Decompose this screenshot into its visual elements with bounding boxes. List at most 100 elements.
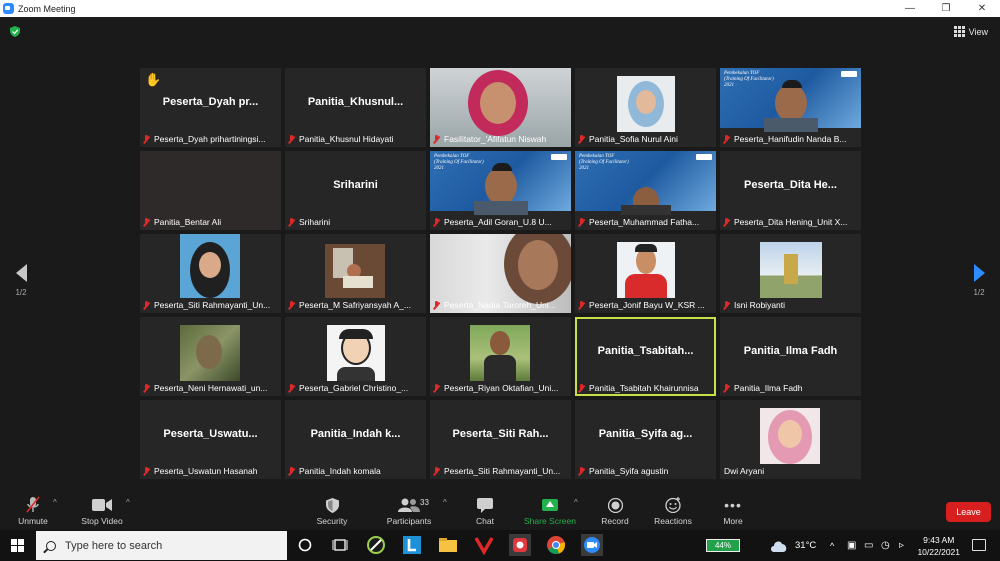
participant-tile[interactable]: Panitia_Ilma Fadh Panitia_Ilma Fadh: [720, 317, 861, 396]
chat-bubble-icon: [477, 497, 493, 513]
record-label: Record: [601, 516, 629, 526]
participant-tile[interactable]: Panitia_Indah k... Panitia_Indah komala: [285, 400, 426, 479]
participant-name-label: Panitia_Sofia Nurul Aini: [578, 133, 713, 145]
stop-video-button[interactable]: Stop Video: [78, 496, 126, 526]
taskbar-clock[interactable]: 9:43 AM 10/22/2021: [917, 534, 960, 558]
muted-mic-icon: [143, 466, 150, 476]
next-page-button[interactable]: 1/2: [969, 264, 989, 297]
participant-name-label: Peserta_Muhammad Fatha...: [578, 216, 713, 228]
participant-name-label: Peserta_Nadia Taroreh_Uni...: [433, 299, 568, 311]
participant-tile[interactable]: Pembekalan TOF (Training Of Facilitator) 2…: [575, 151, 716, 230]
participant-tile[interactable]: Peserta_Gabriel Christino_...: [285, 317, 426, 396]
app-media-icon[interactable]: [509, 534, 531, 556]
muted-mic-icon: [143, 217, 150, 227]
muted-mic-icon: [433, 217, 440, 227]
participant-tile[interactable]: Peserta_Uswatu... Peserta_Uswatun Hasanah: [140, 400, 281, 479]
participant-tile[interactable]: Dwi Aryani: [720, 400, 861, 479]
notification-center-icon[interactable]: [972, 539, 986, 551]
participant-tile[interactable]: Sriharini Sriharini: [285, 151, 426, 230]
participant-tile[interactable]: Peserta_Jonif Bayu W_KSR ...: [575, 234, 716, 313]
participant-tile[interactable]: Peserta_M Safriyansyah A_...: [285, 234, 426, 313]
participant-tile[interactable]: Panitia_Tsabitah... Panitia_Tsabitah Khai…: [575, 317, 716, 396]
participant-tile[interactable]: Isni Robiyanti: [720, 234, 861, 313]
participant-tile[interactable]: Panitia_Syifa ag... Panitia_Syifa agustin: [575, 400, 716, 479]
chrome-icon[interactable]: [545, 534, 567, 556]
minimize-button[interactable]: —: [892, 0, 928, 17]
taskbar-search-box[interactable]: Type here to search: [36, 531, 287, 560]
participant-tile[interactable]: Peserta_Riyan Oktafian_Uni...: [430, 317, 571, 396]
tray-network-icon[interactable]: ◷: [881, 530, 890, 561]
tray-volume-icon[interactable]: ▹: [899, 530, 904, 561]
participant-display-name: Peserta_Dyah pr...: [162, 96, 259, 108]
participant-name-label: Peserta_Uswatun Hasanah: [143, 465, 278, 477]
record-button[interactable]: Record: [597, 496, 633, 526]
cortana-icon[interactable]: [294, 534, 316, 556]
window-title: Zoom Meeting: [18, 3, 76, 14]
participant-tile[interactable]: Pembekalan TOF (Training Of Facilitator) 2…: [720, 68, 861, 147]
app-antivirus-icon[interactable]: [473, 534, 495, 556]
participant-tile[interactable]: Fasilitator_'Afifatun Niswah: [430, 68, 571, 147]
share-screen-button[interactable]: Share Screen: [522, 496, 578, 526]
reactions-button[interactable]: Reactions: [652, 496, 694, 526]
participant-name: Peserta_Uswatun Hasanah: [154, 466, 258, 476]
zoom-taskbar-icon[interactable]: [581, 534, 603, 556]
video-options-caret[interactable]: ^: [126, 498, 130, 507]
app-l-icon[interactable]: [401, 534, 423, 556]
participant-name-label: Peserta_Hanifudin Nanda B...: [723, 133, 858, 145]
audio-options-caret[interactable]: ^: [53, 498, 57, 507]
participant-name-label: Peserta_Riyan Oktafian_Uni...: [433, 382, 568, 394]
participant-tile[interactable]: Peserta_Siti Rah... Peserta_Siti Rahmayan…: [430, 400, 571, 479]
weather-cloud-icon[interactable]: [770, 539, 788, 553]
reactions-label: Reactions: [654, 516, 692, 526]
participant-name: Peserta_M Safriyansyah A_...: [299, 300, 411, 310]
participant-name-label: Panitia_Syifa agustin: [578, 465, 713, 477]
muted-mic-icon: [143, 300, 150, 310]
windows-start-icon[interactable]: [11, 539, 24, 552]
title-bar: Zoom Meeting — ❐ ✕: [0, 0, 1000, 17]
participant-tile[interactable]: Peserta_Nadia Taroreh_Uni...: [430, 234, 571, 313]
participant-display-name: Panitia_Indah k...: [310, 428, 401, 440]
participant-name-label: Panitia_Indah komala: [288, 465, 423, 477]
participant-display-name: Peserta_Uswatu...: [163, 428, 258, 440]
unmute-button[interactable]: Unmute: [14, 496, 52, 526]
participant-name: Peserta_Nadia Taroreh_Uni...: [444, 300, 556, 310]
participant-name-label: Panitia_Bentar Ali: [143, 216, 278, 228]
security-button[interactable]: Security: [313, 496, 351, 526]
participant-tile[interactable]: Pembekalan TOF (Training Of Facilitator) 2…: [430, 151, 571, 230]
app-compass-icon[interactable]: [365, 534, 387, 556]
participant-tile[interactable]: Panitia_Bentar Ali: [140, 151, 281, 230]
participants-options-caret[interactable]: ^: [443, 498, 447, 507]
participant-name-label: Dwi Aryani: [724, 465, 858, 477]
record-icon: [607, 497, 623, 513]
shield-icon[interactable]: [10, 26, 20, 37]
share-options-caret[interactable]: ^: [574, 498, 578, 507]
file-explorer-icon[interactable]: [437, 534, 459, 556]
task-view-icon[interactable]: [329, 534, 351, 556]
participant-tile[interactable]: Peserta_Neni Hernawati_un...: [140, 317, 281, 396]
zoom-app-icon: [3, 3, 14, 14]
tray-camera-icon[interactable]: ▣: [847, 530, 856, 561]
tray-battery-icon[interactable]: ▭: [864, 530, 873, 561]
participant-tile[interactable]: Panitia_Sofia Nurul Aini: [575, 68, 716, 147]
maximize-button[interactable]: ❐: [928, 0, 964, 17]
view-button[interactable]: View: [953, 26, 988, 37]
gallery-grid: ✋ Peserta_Dyah pr... Peserta_Dyah priharti…: [140, 68, 861, 480]
leave-button[interactable]: Leave: [946, 502, 991, 522]
zoom-window: Zoom Meeting — ❐ ✕ View 1/2 1/2 ✋ Peserta…: [0, 0, 1000, 561]
battery-indicator[interactable]: 44%: [706, 539, 740, 552]
temperature-readout[interactable]: 31°C: [795, 530, 816, 561]
participant-tile[interactable]: Peserta_Siti Rahmayanti_Un...: [140, 234, 281, 313]
participant-tile[interactable]: Panitia_Khusnul... Panitia_Khusnul Hidaya…: [285, 68, 426, 147]
participant-tile[interactable]: Peserta_Dita He... Peserta_Dita Hening_Un…: [720, 151, 861, 230]
more-dots-icon: •••: [724, 497, 742, 513]
participant-name: Panitia_Ilma Fadh: [734, 383, 803, 393]
previous-page-button[interactable]: 1/2: [11, 264, 31, 297]
page-indicator-left: 1/2: [15, 288, 27, 297]
more-button[interactable]: ••• More: [718, 496, 748, 526]
participant-tile[interactable]: ✋ Peserta_Dyah pr... Peserta_Dyah priharti…: [140, 68, 281, 147]
chat-button[interactable]: Chat: [470, 496, 500, 526]
search-placeholder: Type here to search: [65, 539, 163, 552]
participant-name: Peserta_Siti Rahmayanti_Un...: [154, 300, 271, 310]
close-button[interactable]: ✕: [964, 0, 1000, 17]
tray-chevron-icon[interactable]: ^: [830, 530, 834, 561]
